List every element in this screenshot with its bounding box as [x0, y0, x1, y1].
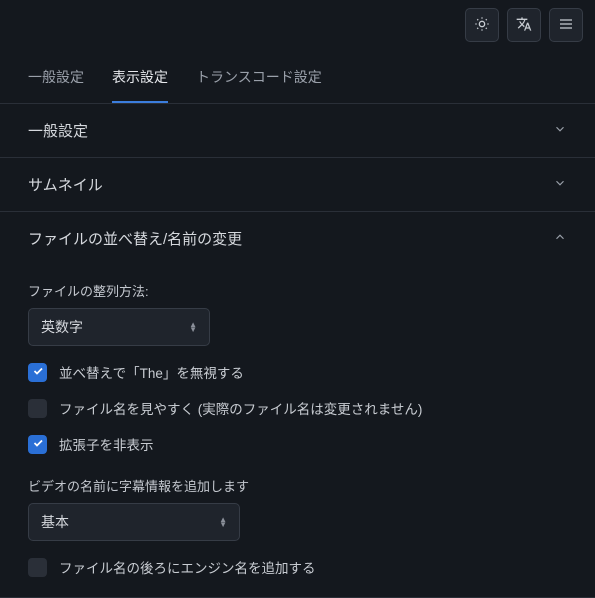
ignore-the-row: 並べ替えで「The」を無視する	[28, 362, 567, 382]
sort-method-select[interactable]: 英数字 ▲▼	[28, 308, 210, 346]
prettify-row: ファイル名を見やすく (実際のファイル名は変更されません)	[28, 398, 567, 418]
section-thumbnails-header[interactable]: サムネイル	[0, 158, 595, 211]
chevron-down-icon	[553, 176, 567, 194]
section-general-header[interactable]: 一般設定	[0, 104, 595, 157]
sun-icon	[474, 16, 490, 35]
append-engine-row: ファイル名の後ろにエンジン名を追加する	[28, 557, 567, 577]
topbar	[0, 0, 595, 51]
updown-icon: ▲▼	[189, 322, 197, 332]
hide-ext-checkbox[interactable]	[28, 435, 47, 454]
section-title: 一般設定	[28, 120, 88, 141]
subtitle-info-select[interactable]: 基本 ▲▼	[28, 503, 240, 541]
check-icon	[32, 364, 44, 380]
section-general: 一般設定	[0, 104, 595, 158]
ignore-the-checkbox[interactable]	[28, 363, 47, 382]
sort-method-label: ファイルの整列方法:	[28, 281, 567, 300]
hide-ext-row: 拡張子を非表示	[28, 434, 567, 454]
prettify-checkbox[interactable]	[28, 399, 47, 418]
append-engine-label: ファイル名の後ろにエンジン名を追加する	[59, 557, 316, 577]
hamburger-icon	[558, 16, 574, 35]
translate-icon	[516, 16, 532, 35]
menu-button[interactable]	[549, 8, 583, 42]
chevron-up-icon	[553, 230, 567, 248]
section-sort-rename-header[interactable]: ファイルの並べ替え/名前の変更	[0, 212, 595, 265]
section-title: サムネイル	[28, 174, 103, 195]
section-thumbnails: サムネイル	[0, 158, 595, 212]
section-sort-rename: ファイルの並べ替え/名前の変更 ファイルの整列方法: 英数字 ▲▼ 並べ替えで「…	[0, 212, 595, 598]
check-icon	[32, 436, 44, 452]
select-value: 英数字	[41, 317, 83, 337]
tabs: 一般設定 表示設定 トランスコード設定	[0, 51, 595, 104]
tab-general[interactable]: 一般設定	[28, 51, 84, 103]
append-engine-checkbox[interactable]	[28, 558, 47, 577]
language-button[interactable]	[507, 8, 541, 42]
tab-transcoding[interactable]: トランスコード設定	[196, 51, 322, 103]
subtitle-info-label: ビデオの名前に字幕情報を追加します	[28, 476, 567, 495]
ignore-the-label: 並べ替えで「The」を無視する	[59, 362, 244, 382]
prettify-label: ファイル名を見やすく (実際のファイル名は変更されません)	[59, 398, 422, 418]
section-sort-rename-body: ファイルの整列方法: 英数字 ▲▼ 並べ替えで「The」を無視する ファイル名を…	[0, 265, 595, 597]
chevron-down-icon	[553, 122, 567, 140]
select-value: 基本	[41, 512, 69, 532]
theme-toggle-button[interactable]	[465, 8, 499, 42]
updown-icon: ▲▼	[219, 517, 227, 527]
section-title: ファイルの並べ替え/名前の変更	[28, 228, 242, 249]
hide-ext-label: 拡張子を非表示	[59, 434, 154, 454]
tab-display[interactable]: 表示設定	[112, 51, 168, 103]
